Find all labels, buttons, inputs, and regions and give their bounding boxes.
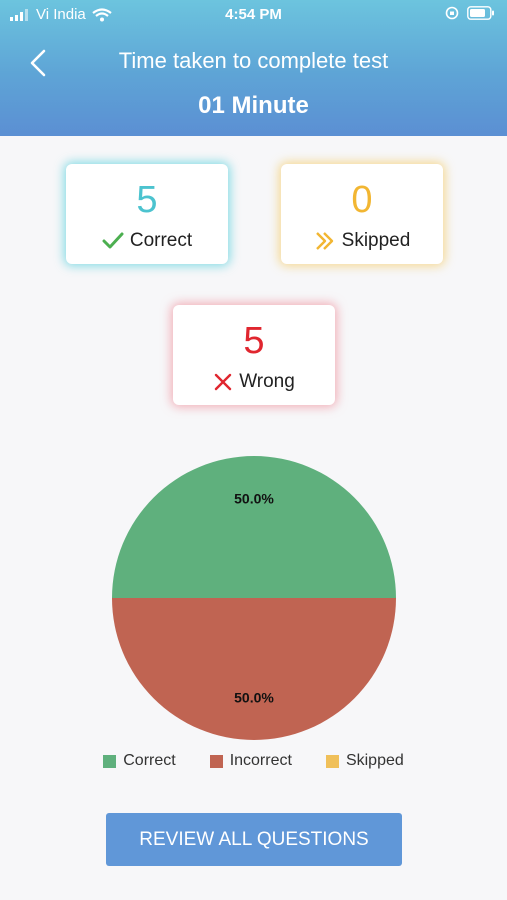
chart-legend: Correct Incorrect Skipped: [0, 752, 507, 770]
status-time: 4:54 PM: [225, 6, 282, 23]
legend-label: Incorrect: [229, 752, 292, 769]
pie-slice-incorrect: [112, 598, 396, 740]
pie-slice-correct: [112, 456, 396, 598]
skipped-label-row: Skipped: [281, 230, 443, 252]
review-all-questions-button[interactable]: REVIEW ALL QUESTIONS: [106, 813, 402, 866]
cross-icon: [214, 373, 232, 391]
header: Vi India 4:54 PM Time taken to complete …: [0, 0, 507, 136]
skipped-card: 0 Skipped: [281, 164, 443, 264]
wrong-label-row: Wrong: [173, 371, 335, 393]
correct-count: 5: [136, 179, 158, 221]
wrong-count: 5: [243, 320, 265, 362]
wrong-label: Wrong: [239, 371, 295, 392]
result-pie-chart: 50.0% 50.0%: [112, 456, 396, 740]
page-title: Time taken to complete test: [118, 48, 389, 73]
correct-label: Correct: [129, 230, 193, 251]
duration-value: 01 Minute: [198, 92, 309, 119]
legend-item-skipped: Skipped: [325, 752, 404, 770]
pie-label-incorrect: 50.0%: [234, 689, 274, 705]
correct-card: 5 Correct: [66, 164, 228, 264]
skipped-label: Skipped: [341, 230, 411, 251]
legend-label: Skipped: [345, 752, 404, 769]
skipped-count: 0: [351, 179, 373, 221]
legend-item-correct: Correct: [103, 752, 176, 770]
check-icon: [102, 232, 124, 249]
legend-swatch: [103, 754, 117, 768]
battery-icon: [467, 6, 494, 20]
wrong-card: 5 Wrong: [173, 305, 335, 405]
legend-swatch: [209, 754, 223, 768]
legend-swatch: [325, 754, 339, 768]
status-bar: Vi India 4:54 PM: [0, 0, 507, 32]
double-chevron-right-icon: [315, 232, 333, 250]
correct-label-row: Correct: [66, 230, 228, 252]
legend-item-incorrect: Incorrect: [209, 752, 292, 770]
pie-label-correct: 50.0%: [234, 491, 274, 507]
rotation-lock-icon: [445, 6, 459, 20]
legend-label: Correct: [123, 752, 176, 769]
status-right: [445, 6, 495, 20]
